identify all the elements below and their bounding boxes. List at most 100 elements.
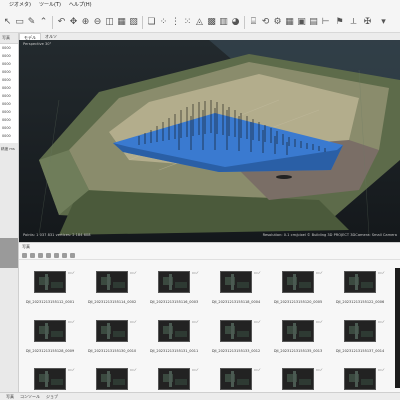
photos-remove-icon[interactable] xyxy=(22,252,27,258)
camera-icon: ▭✓ xyxy=(378,270,386,275)
photo-name: DJI_20231213155133_0012 xyxy=(211,349,261,353)
model-viewport[interactable]: Perspective 30° Points: 1 037 831 vertic… xyxy=(19,40,400,242)
tab-console[interactable]: コンソール xyxy=(17,394,43,400)
photos-panel-title: 写真 xyxy=(22,244,30,249)
photo-thumbnail[interactable] xyxy=(220,320,252,342)
zoom-out-icon[interactable]: ⊖ xyxy=(92,17,103,28)
photo-name: DJI_20231213155120_0005 xyxy=(273,300,323,304)
menu-item-tools[interactable]: ツール(T) xyxy=(36,0,64,11)
fit-icon[interactable]: ◫ xyxy=(104,17,115,28)
photo-thumbnail[interactable] xyxy=(96,368,128,390)
toolbar-separator xyxy=(52,16,53,29)
list-item[interactable]: 0000 xyxy=(0,44,18,52)
list-item[interactable]: 0000 xyxy=(0,132,18,140)
rotate-view-icon[interactable]: ⟲ xyxy=(260,17,271,28)
ruler-icon[interactable]: ⟂ xyxy=(348,17,359,28)
list-item[interactable]: 0000 xyxy=(0,116,18,124)
photo-thumbnail[interactable] xyxy=(220,271,252,293)
list-item[interactable]: 0000 xyxy=(0,124,18,132)
left-panel-list[interactable]: 0000 0000 0000 0000 0000 0000 0000 0000 … xyxy=(0,43,18,143)
marker-icon[interactable]: ⚑ xyxy=(334,17,345,28)
tab-ortho[interactable]: オルソ xyxy=(41,33,61,40)
camera-icon: ▭✓ xyxy=(316,367,324,372)
photo-thumbnail[interactable] xyxy=(220,368,252,390)
lasso-icon[interactable]: ✎ xyxy=(26,17,37,28)
left-panel-header: 写真 xyxy=(2,35,10,40)
photo-name: DJI_20231213155112_0001 xyxy=(25,300,75,304)
photos-filter-icon[interactable] xyxy=(54,252,59,258)
camera-icon: ▭✓ xyxy=(316,270,324,275)
photo-thumbnail[interactable] xyxy=(282,271,314,293)
menu-item-help[interactable]: ヘルプ(H) xyxy=(66,0,95,11)
photos-view-icon[interactable] xyxy=(62,252,67,258)
image-icon[interactable]: ▣ xyxy=(296,17,307,28)
tab-photos[interactable]: 写真 xyxy=(3,394,17,400)
dense-cloud-icon[interactable]: ⁙ xyxy=(182,17,193,28)
tab-jobs[interactable]: ジョブ xyxy=(43,394,61,400)
texture-icon[interactable]: ▩ xyxy=(206,17,217,28)
photo-thumbnail[interactable] xyxy=(158,271,190,293)
photo-thumbnail[interactable] xyxy=(34,320,66,342)
select-icon[interactable]: ▭ xyxy=(14,17,25,28)
camera-icon[interactable]: ⌸ xyxy=(248,17,259,28)
viewport-perspective-label: Perspective 30° xyxy=(23,42,52,46)
camera-icon: ▭✓ xyxy=(130,367,138,372)
list-item[interactable]: 0000 xyxy=(0,84,18,92)
photo-thumbnail[interactable] xyxy=(158,320,190,342)
zoom-in-icon[interactable]: ⊕ xyxy=(80,17,91,28)
photo-name: DJI_20231213155130_0010 xyxy=(87,349,137,353)
tie-points-icon[interactable]: ⋮ xyxy=(170,17,181,28)
move-icon[interactable]: ✥ xyxy=(68,17,79,28)
aerial-scene xyxy=(19,40,400,242)
settings-icon[interactable]: ⚙ xyxy=(272,17,283,28)
photos-panel: 写真 ▭✓ DJI_20231213155112_0001 ▭✓ DJI_202… xyxy=(19,242,400,392)
measure-icon[interactable]: ⊢ xyxy=(320,17,331,28)
list-item[interactable]: 0000 xyxy=(0,60,18,68)
grid-icon[interactable]: ▦ xyxy=(116,17,127,28)
photo-thumbnail[interactable] xyxy=(282,320,314,342)
photo-thumbnail[interactable] xyxy=(34,368,66,390)
checker-icon[interactable]: ▦ xyxy=(284,17,295,28)
mesh-icon[interactable]: ◬ xyxy=(194,17,205,28)
list-item[interactable]: 0000 xyxy=(0,68,18,76)
menu-item-geometry[interactable]: ジオメタ) xyxy=(6,0,34,11)
camera-icon: ▭✓ xyxy=(192,270,200,275)
list-item[interactable]: 0000 xyxy=(0,100,18,108)
photo-thumbnail[interactable] xyxy=(158,368,190,390)
photo-thumbnail[interactable] xyxy=(282,368,314,390)
list-item[interactable]: 0000 xyxy=(0,76,18,84)
globe-icon[interactable]: ◕ xyxy=(230,17,241,28)
camera-icon: ▭✓ xyxy=(378,367,386,372)
tiled-model-icon[interactable]: ▥ xyxy=(218,17,229,28)
left-panel: 写真 0000 0000 0000 0000 0000 0000 0000 00… xyxy=(0,33,19,400)
right-edge-strip xyxy=(395,268,400,388)
region-icon[interactable]: ▧ xyxy=(128,17,139,28)
resize-icon[interactable]: ⌃ xyxy=(38,17,49,28)
photo-thumbnail[interactable] xyxy=(344,320,376,342)
points-icon[interactable]: ⁘ xyxy=(158,17,169,28)
left-panel-gray-block xyxy=(0,238,18,268)
chevron-down-icon[interactable]: ▾ xyxy=(378,17,389,28)
photo-thumbnail[interactable] xyxy=(96,271,128,293)
list-item[interactable]: 0000 xyxy=(0,52,18,60)
camera-icon: ▭✓ xyxy=(68,319,76,324)
camera-icon: ▭✓ xyxy=(68,270,76,275)
list-item[interactable]: 0000 xyxy=(0,92,18,100)
photos-details-icon[interactable] xyxy=(70,252,75,258)
photo-name: DJI_20231213155122_0006 xyxy=(335,300,385,304)
select-points-icon[interactable]: ✠ xyxy=(362,17,373,28)
photo-thumbnail[interactable] xyxy=(344,271,376,293)
layers-icon[interactable]: ▤ xyxy=(308,17,319,28)
photos-rotate-left-icon[interactable] xyxy=(30,252,35,258)
photos-rotate-right-icon[interactable] xyxy=(38,252,43,258)
view-tabbar: モデル オルソ xyxy=(19,32,400,41)
list-item[interactable]: 0000 xyxy=(0,108,18,116)
rotate-icon[interactable]: ↶ xyxy=(56,17,67,28)
photo-thumbnail[interactable] xyxy=(96,320,128,342)
photos-reset-icon[interactable] xyxy=(46,252,51,258)
photo-thumbnail[interactable] xyxy=(34,271,66,293)
photo-name: DJI_20231213155135_0013 xyxy=(273,349,323,353)
navigate-icon[interactable]: ↖ xyxy=(2,17,13,28)
photo-thumbnail[interactable] xyxy=(344,368,376,390)
cube-icon[interactable]: ❏ xyxy=(146,17,157,28)
